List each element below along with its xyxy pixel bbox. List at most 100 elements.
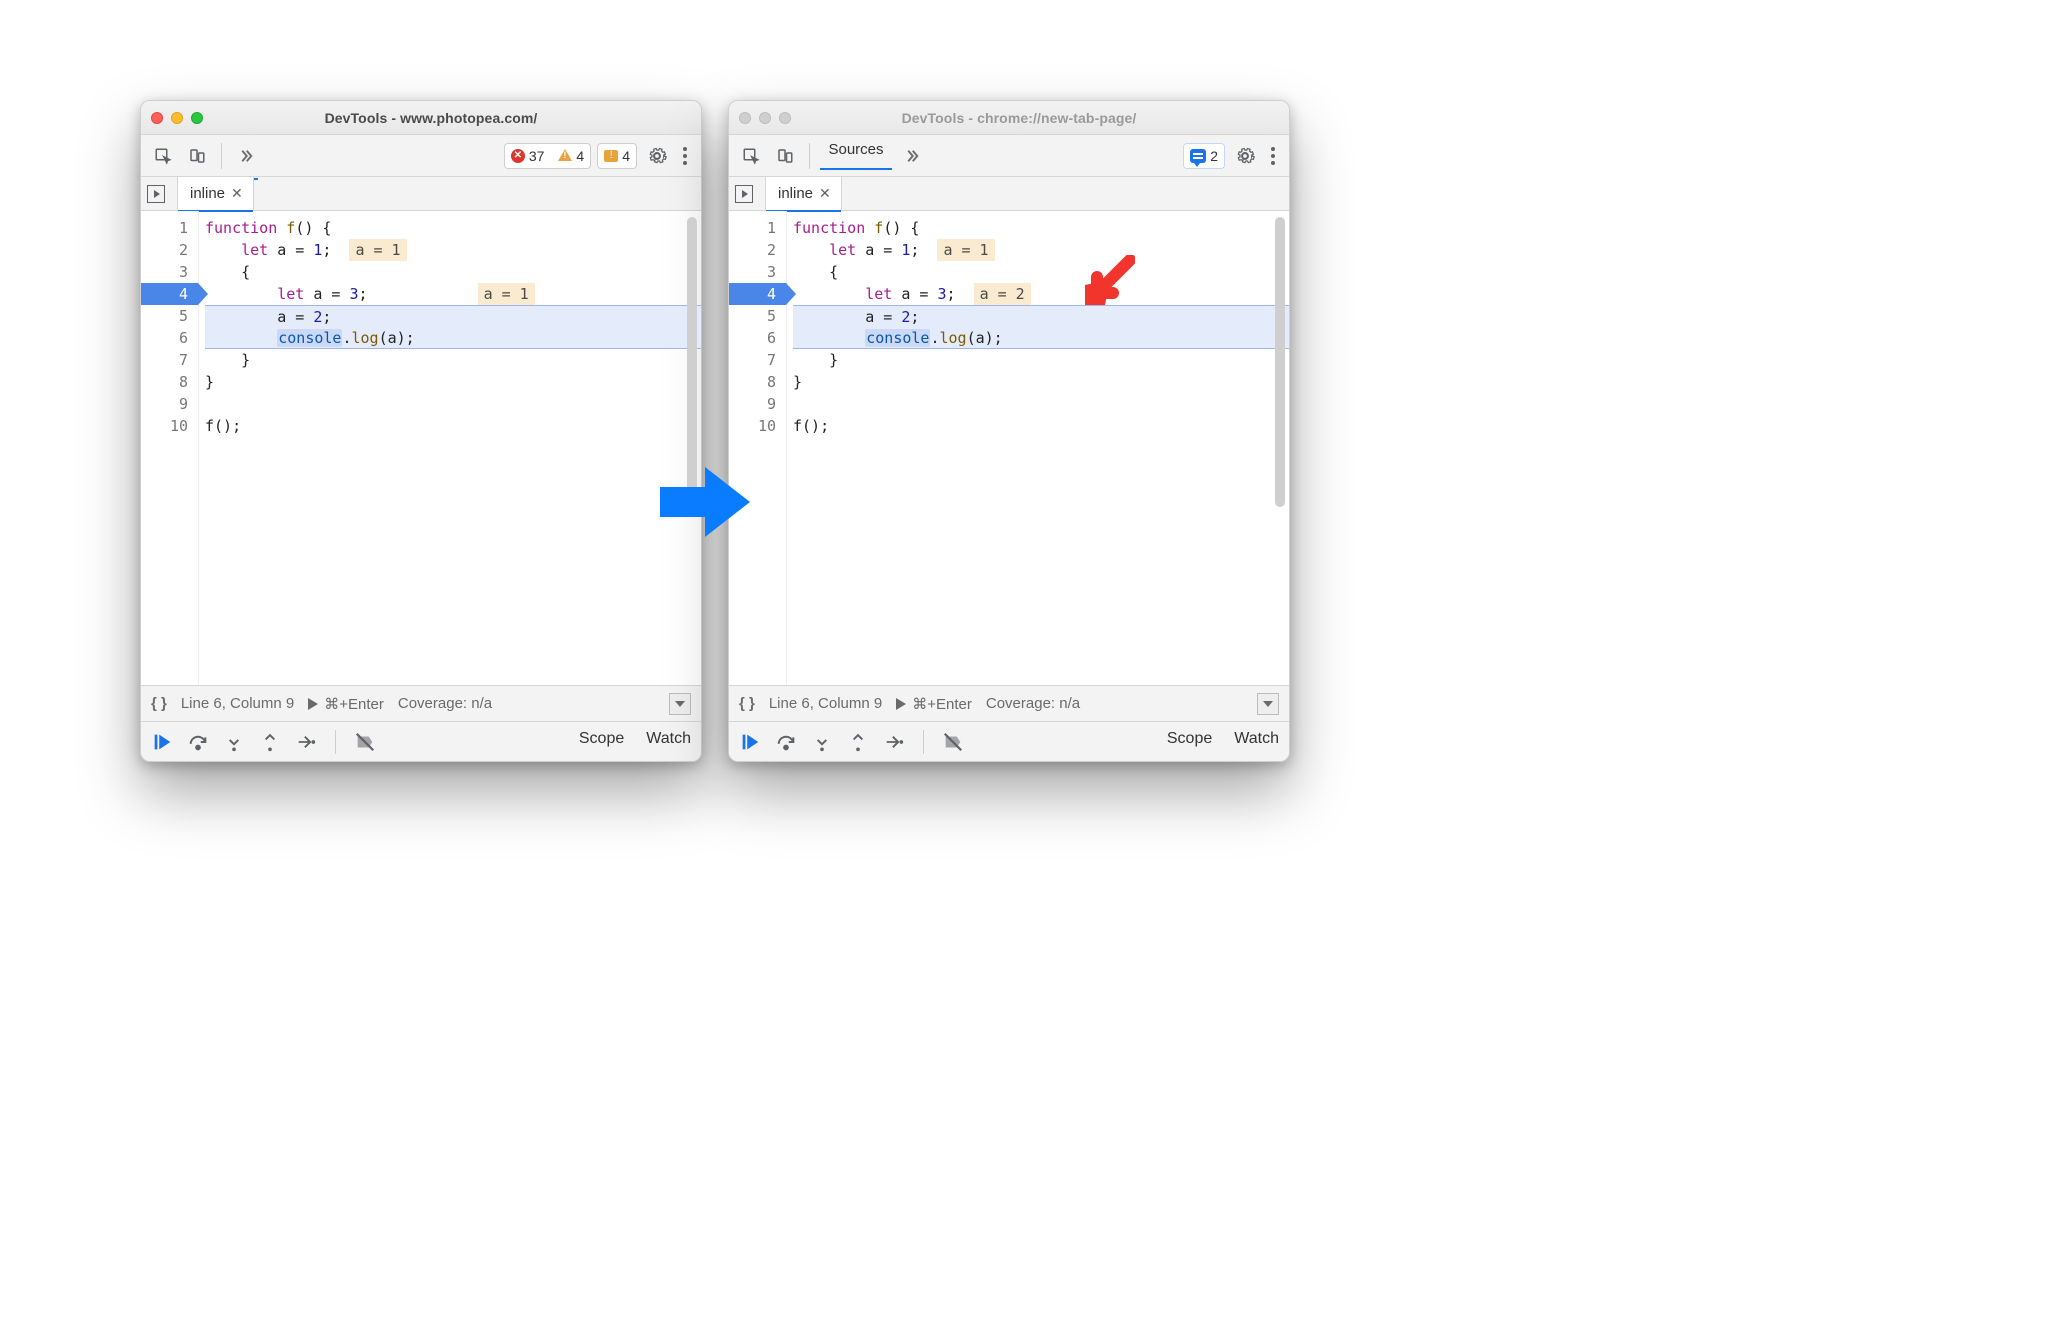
line-number[interactable]: 2: [729, 239, 776, 261]
line-number[interactable]: 8: [141, 371, 188, 393]
line-number[interactable]: 7: [729, 349, 776, 371]
issue-count: 4: [622, 148, 630, 164]
issues-pill[interactable]: 2: [1183, 143, 1225, 169]
traffic-light-close[interactable]: [739, 112, 751, 124]
settings-gear-icon[interactable]: [1231, 142, 1259, 170]
window-title: DevTools - www.photopea.com/: [171, 110, 691, 126]
execution-line-marker[interactable]: 4: [141, 283, 198, 305]
value-hint-badge: a = 1: [937, 239, 994, 261]
traffic-light-close[interactable]: [151, 112, 163, 124]
device-toggle-icon[interactable]: [183, 142, 211, 170]
run-snippet-hint[interactable]: ⌘+Enter: [896, 695, 972, 713]
line-gutter: 1 2 3 4 5 6 7 8 9 10: [729, 211, 787, 685]
line-number[interactable]: 5: [141, 305, 188, 327]
close-icon[interactable]: ✕: [819, 185, 831, 202]
line-number[interactable]: 6: [729, 327, 776, 349]
step-into-icon[interactable]: [223, 731, 245, 753]
value-hint-badge: a = 1: [478, 283, 535, 305]
issues-pill[interactable]: ! 4: [597, 143, 637, 169]
issue-count: 2: [1210, 148, 1218, 164]
line-number[interactable]: 5: [729, 305, 776, 327]
step-over-icon[interactable]: [775, 731, 797, 753]
step-icon[interactable]: [295, 731, 317, 753]
annotation-arrow-icon: [1075, 255, 1135, 319]
value-hint-badge: a = 1: [349, 239, 406, 261]
dropdown-icon[interactable]: [669, 693, 691, 715]
run-snippet-hint[interactable]: ⌘+Enter: [308, 695, 384, 713]
file-tab-label: inline: [190, 185, 225, 202]
file-tab-label: inline: [778, 185, 813, 202]
separator: [221, 143, 222, 169]
execution-line-marker[interactable]: 4: [729, 283, 786, 305]
coverage-status: Coverage: n/a: [398, 695, 492, 712]
tab-watch[interactable]: Watch: [646, 730, 691, 754]
step-into-icon[interactable]: [811, 731, 833, 753]
line-number[interactable]: 8: [729, 371, 776, 393]
window-title: DevTools - chrome://new-tab-page/: [759, 110, 1279, 126]
step-out-icon[interactable]: [847, 731, 869, 753]
transition-arrow-icon: [660, 462, 750, 547]
console-status-pill[interactable]: ✕ 37 ! 4: [504, 143, 591, 169]
resume-icon[interactable]: [739, 731, 761, 753]
show-navigator-icon[interactable]: [147, 185, 165, 203]
line-number[interactable]: 9: [729, 393, 776, 415]
format-icon[interactable]: { }: [151, 695, 167, 712]
step-over-icon[interactable]: [187, 731, 209, 753]
line-number[interactable]: 2: [141, 239, 188, 261]
settings-gear-icon[interactable]: [643, 142, 671, 170]
line-number[interactable]: 3: [141, 261, 188, 283]
kebab-menu-icon[interactable]: [677, 147, 693, 165]
line-number[interactable]: 6: [141, 327, 188, 349]
show-navigator-icon[interactable]: [735, 185, 753, 203]
step-out-icon[interactable]: [259, 731, 281, 753]
more-tabs-icon[interactable]: [898, 142, 926, 170]
debugger-toolbar: Scope Watch: [729, 721, 1289, 761]
kebab-menu-icon[interactable]: [1265, 147, 1281, 165]
code-content[interactable]: function f() { let a = 1;a = 1 { let a =…: [199, 211, 701, 685]
line-number[interactable]: 10: [141, 415, 188, 437]
tab-scope[interactable]: Scope: [579, 730, 624, 754]
resume-icon[interactable]: [151, 731, 173, 753]
status-bar: { } Line 6, Column 9 ⌘+Enter Coverage: n…: [729, 685, 1289, 721]
separator: [809, 143, 810, 169]
debugger-toolbar: Scope Watch: [141, 721, 701, 761]
inspect-element-icon[interactable]: [149, 142, 177, 170]
coverage-status: Coverage: n/a: [986, 695, 1080, 712]
file-tab-inline[interactable]: inline ✕: [177, 177, 254, 211]
format-icon[interactable]: { }: [739, 695, 755, 712]
device-toggle-icon[interactable]: [771, 142, 799, 170]
inspect-element-icon[interactable]: [737, 142, 765, 170]
line-number[interactable]: 1: [729, 217, 776, 239]
line-number[interactable]: 7: [141, 349, 188, 371]
dropdown-icon[interactable]: [1257, 693, 1279, 715]
line-number[interactable]: 9: [141, 393, 188, 415]
value-hint-badge: a = 2: [974, 283, 1031, 305]
line-number[interactable]: 10: [729, 415, 776, 437]
file-tab-inline[interactable]: inline ✕: [765, 177, 842, 211]
scrollbar-vertical[interactable]: [1275, 217, 1285, 507]
deactivate-breakpoints-icon[interactable]: [354, 731, 376, 753]
line-gutter: 1 2 3 4 5 6 7 8 9 10: [141, 211, 199, 685]
more-tabs-icon[interactable]: [232, 142, 260, 170]
tab-scope[interactable]: Scope: [1167, 730, 1212, 754]
play-icon: [896, 698, 906, 710]
code-editor[interactable]: 1 2 3 4 5 6 7 8 9 10 function f() { let …: [729, 211, 1289, 685]
error-count: 37: [529, 148, 545, 164]
deactivate-breakpoints-icon[interactable]: [942, 731, 964, 753]
code-editor[interactable]: 1 2 3 4 5 6 7 8 9 10 function f() { let …: [141, 211, 701, 685]
tab-watch[interactable]: Watch: [1234, 730, 1279, 754]
sources-subbar: inline ✕: [141, 177, 701, 211]
cursor-position: Line 6, Column 9: [181, 695, 294, 712]
error-icon: ✕: [511, 149, 525, 163]
status-bar: { } Line 6, Column 9 ⌘+Enter Coverage: n…: [141, 685, 701, 721]
code-content[interactable]: function f() { let a = 1;a = 1 { let a =…: [787, 211, 1289, 685]
message-icon: [1190, 149, 1206, 163]
step-icon[interactable]: [883, 731, 905, 753]
line-number[interactable]: 3: [729, 261, 776, 283]
sources-subbar: inline ✕: [729, 177, 1289, 211]
close-icon[interactable]: ✕: [231, 185, 243, 202]
line-number[interactable]: 1: [141, 217, 188, 239]
panel-tab-sources[interactable]: Sources: [820, 141, 892, 170]
issue-icon: !: [604, 150, 618, 162]
cursor-position: Line 6, Column 9: [769, 695, 882, 712]
